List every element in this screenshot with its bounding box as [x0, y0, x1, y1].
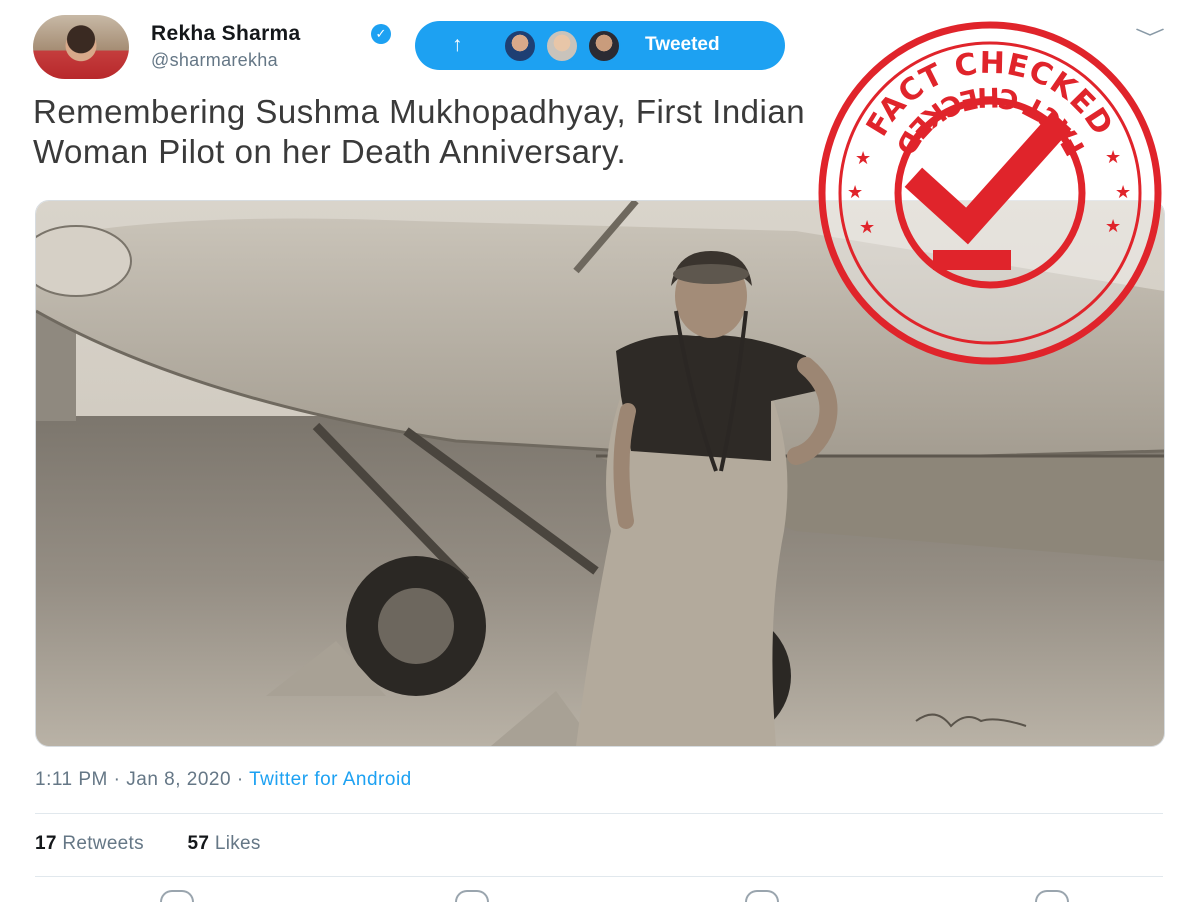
star-icon: ★ [1115, 182, 1131, 202]
arrow-up-icon: ↑ [452, 33, 463, 56]
fact-checked-stamp: FACT CHECKED FACT CHECKED ★ ★ ★ ★ ★ ★ [815, 18, 1165, 368]
likes-label: Likes [214, 833, 261, 854]
meta-separator: · [107, 769, 127, 790]
pill-avatar [587, 29, 621, 63]
tweet-stats: 17 Retweets 57 Likes [35, 833, 299, 855]
retweet-icon[interactable] [455, 890, 489, 902]
tweet-meta: 1:11 PM · Jan 8, 2020 · Twitter for Andr… [35, 769, 412, 791]
pill-avatar [545, 29, 579, 63]
share-icon[interactable] [1035, 890, 1069, 902]
retweets-count: 17 [35, 833, 57, 854]
new-tweets-pill[interactable]: ↑ Tweeted [415, 21, 785, 70]
author-name[interactable]: Rekha Sharma [151, 22, 301, 46]
author-handle[interactable]: @sharmarekha [151, 50, 278, 71]
tweet-actions [35, 890, 1163, 902]
stamp-bar [933, 250, 1011, 270]
divider [35, 876, 1163, 877]
tweet-date[interactable]: Jan 8, 2020 [126, 769, 231, 790]
verified-badge-icon: ✓ [371, 24, 391, 44]
tweet-card: Rekha Sharma ✓ @sharmarekha ↑ Tweeted ﹀ … [0, 0, 1200, 902]
retweets-label: Retweets [62, 833, 144, 854]
meta-separator: · [231, 769, 250, 790]
divider [35, 813, 1163, 814]
avatar[interactable] [33, 15, 129, 79]
star-icon: ★ [847, 182, 863, 202]
likes-stat[interactable]: 57 Likes [188, 833, 261, 855]
tweet-source-link[interactable]: Twitter for Android [249, 769, 412, 790]
tweeted-label: Tweeted [645, 34, 720, 55]
likes-count: 57 [187, 833, 210, 854]
star-icon: ★ [859, 217, 875, 237]
like-icon[interactable] [745, 890, 779, 902]
pill-avatar [503, 29, 537, 63]
tweet-time[interactable]: 1:11 PM [35, 769, 108, 790]
star-icon: ★ [855, 148, 871, 168]
retweets-stat[interactable]: 17 Retweets [35, 833, 144, 855]
reply-icon[interactable] [160, 890, 194, 902]
star-icon: ★ [1105, 216, 1121, 236]
star-icon: ★ [1105, 147, 1121, 167]
